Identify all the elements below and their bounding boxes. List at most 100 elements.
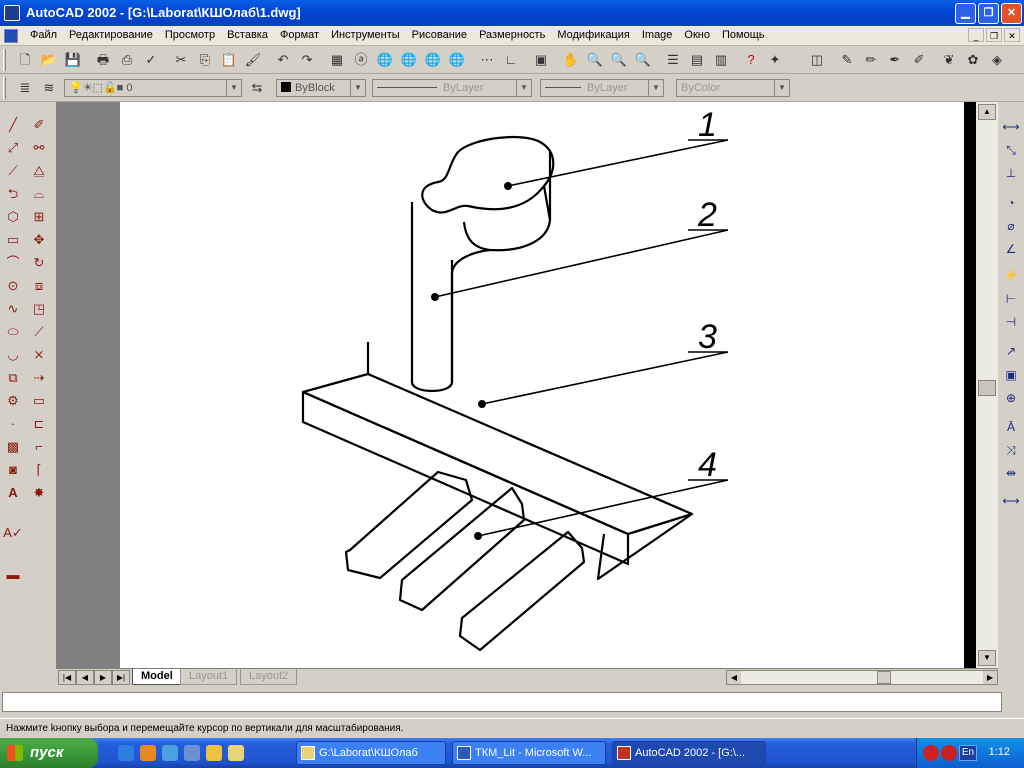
- tab-layout2[interactable]: Layout2: [240, 669, 298, 685]
- zoom-realtime-icon[interactable]: 🔍: [584, 49, 606, 71]
- publish-web-icon[interactable]: 🌐: [398, 49, 420, 71]
- menu-tools[interactable]: Инструменты: [325, 28, 406, 42]
- break-icon[interactable]: ▭: [28, 390, 50, 412]
- offset-icon[interactable]: ⌓: [28, 183, 50, 205]
- plotstyle-combo[interactable]: ByColor ▼: [676, 79, 790, 97]
- task-autocad[interactable]: AutoCAD 2002 - [G:\...: [612, 741, 766, 765]
- rotate-icon[interactable]: ↻: [28, 252, 50, 274]
- chevron-down-icon[interactable]: ▼: [226, 80, 241, 96]
- tool-palettes-icon[interactable]: ▥: [710, 49, 732, 71]
- scroll-thumb[interactable]: [978, 380, 996, 396]
- menu-draw[interactable]: Рисование: [406, 28, 473, 42]
- chevron-down-icon[interactable]: ▼: [648, 80, 663, 96]
- redo-icon[interactable]: ↷: [296, 49, 318, 71]
- drawing-canvas[interactable]: 1 2 3 4: [120, 102, 964, 668]
- make-block-icon[interactable]: ⚙: [2, 390, 24, 412]
- online-icon[interactable]: 🌐: [446, 49, 468, 71]
- ellipse-arc-icon[interactable]: ◡: [2, 344, 24, 366]
- chevron-down-icon[interactable]: ▼: [350, 80, 365, 96]
- chevron-down-icon[interactable]: ▼: [774, 80, 789, 96]
- print-icon[interactable]: 🖶: [92, 49, 114, 71]
- copy-object-icon[interactable]: ⚯: [28, 137, 50, 159]
- dimension-update-icon[interactable]: ⇹: [1000, 462, 1022, 484]
- folder-icon[interactable]: [228, 745, 244, 761]
- layer-previous-icon[interactable]: ⇆: [246, 77, 268, 99]
- scroll-up-icon[interactable]: ▲: [978, 104, 996, 120]
- center-mark-icon[interactable]: ⊕: [1000, 387, 1022, 409]
- toolbar-grip[interactable]: [3, 77, 6, 99]
- restore-button[interactable]: ❐: [978, 3, 999, 24]
- color-combo[interactable]: ByBlock ▼: [276, 79, 366, 97]
- pan-icon[interactable]: ✋: [560, 49, 582, 71]
- diameter-dimension-icon[interactable]: ⌀: [1000, 215, 1022, 237]
- start-button[interactable]: пуск: [0, 738, 98, 768]
- chamfer-icon[interactable]: ⌐: [28, 436, 50, 458]
- horizontal-scrollbar[interactable]: ◀ ▶: [726, 670, 998, 685]
- media-player-icon[interactable]: [140, 745, 156, 761]
- hatch-icon[interactable]: ▩: [2, 436, 24, 458]
- print-preview-icon[interactable]: ⎙: [116, 49, 138, 71]
- first-tab-icon[interactable]: |◀: [58, 670, 76, 685]
- construction-line-icon[interactable]: ⤢: [2, 137, 24, 159]
- move-icon[interactable]: ✥: [28, 229, 50, 251]
- dimension-edit-icon[interactable]: Ā: [1000, 416, 1022, 438]
- hexagon-icon[interactable]: ⬡: [2, 206, 24, 228]
- menu-image[interactable]: Image: [636, 28, 679, 42]
- new-file-icon[interactable]: 🗋: [14, 49, 36, 71]
- layers-icon[interactable]: ≣: [14, 77, 36, 99]
- dimension-style-icon[interactable]: ⟷: [1000, 490, 1022, 512]
- mirror-icon[interactable]: ⧋: [28, 160, 50, 182]
- polyline-icon[interactable]: ⟋: [2, 160, 24, 182]
- ordinate-dimension-icon[interactable]: ⊥: [1000, 162, 1022, 184]
- scroll-left-icon[interactable]: ◀: [727, 671, 741, 684]
- 3d-orbit-icon[interactable]: ◫: [806, 49, 828, 71]
- ucs-icon[interactable]: ∟: [500, 49, 522, 71]
- desktop-icon[interactable]: [184, 745, 200, 761]
- make-object-layer-current-icon[interactable]: ≋: [38, 77, 60, 99]
- save-icon[interactable]: 💾: [62, 49, 84, 71]
- task-word[interactable]: ТКМ_Lit - Microsoft W...: [452, 741, 606, 765]
- continue-dimension-icon[interactable]: ⊣: [1000, 311, 1022, 333]
- lengthen-icon[interactable]: ⟋: [28, 321, 50, 343]
- tab-layout1[interactable]: Layout1: [180, 669, 238, 685]
- markup-icon[interactable]: ❦: [938, 49, 960, 71]
- next-tab-icon[interactable]: ▶: [94, 670, 112, 685]
- task-explorer[interactable]: G:\Laborat\КШОлаб: [296, 741, 446, 765]
- winamp-icon[interactable]: [206, 745, 222, 761]
- extend-icon[interactable]: ⇢: [28, 367, 50, 389]
- prev-tab-icon[interactable]: ◀: [76, 670, 94, 685]
- stretch-icon[interactable]: ◳: [28, 298, 50, 320]
- language-indicator[interactable]: En: [959, 745, 977, 761]
- line-icon[interactable]: ╱: [2, 114, 24, 136]
- doc-close-button[interactable]: ✕: [1004, 28, 1020, 42]
- menu-window[interactable]: Окно: [678, 28, 716, 42]
- menu-format[interactable]: Формат: [274, 28, 325, 42]
- angular-dimension-icon[interactable]: ∠: [1000, 238, 1022, 260]
- lineweight-combo[interactable]: ByLayer ▼: [540, 79, 664, 97]
- spell-check-icon[interactable]: ✓: [140, 49, 162, 71]
- doc-minimize-button[interactable]: _: [968, 28, 984, 42]
- linear-dimension-icon[interactable]: ⟷: [1000, 116, 1022, 138]
- aligned-dimension-icon[interactable]: ⤡: [1000, 139, 1022, 161]
- explode-icon[interactable]: ✸: [28, 482, 50, 504]
- design-center-icon[interactable]: ▦: [326, 49, 348, 71]
- ie-icon[interactable]: [118, 745, 134, 761]
- block-attribute-icon[interactable]: ◈: [986, 49, 1008, 71]
- chevron-down-icon[interactable]: ▼: [516, 80, 531, 96]
- radius-dimension-icon[interactable]: ◔: [1000, 192, 1022, 214]
- hscroll-thumb[interactable]: [877, 671, 891, 684]
- baseline-dimension-icon[interactable]: ⊢: [1000, 288, 1022, 310]
- dimension-text-edit-icon[interactable]: ⤨: [1000, 439, 1022, 461]
- etransmit-icon[interactable]: 🌐: [422, 49, 444, 71]
- toolbar-grip[interactable]: [3, 49, 6, 71]
- vertical-scrollbar[interactable]: ▲ ▼: [976, 102, 998, 668]
- break-at-point-icon[interactable]: ⊏: [28, 413, 50, 435]
- trim-icon[interactable]: ⨯: [28, 344, 50, 366]
- draw-order-icon[interactable]: ✐: [908, 49, 930, 71]
- erase-icon[interactable]: ✐: [28, 114, 50, 136]
- scale-icon[interactable]: ⧈: [28, 275, 50, 297]
- menu-edit[interactable]: Редактирование: [63, 28, 159, 42]
- zoom-window-icon[interactable]: 🔍: [608, 49, 630, 71]
- menu-help[interactable]: Помощь: [716, 28, 771, 42]
- autocad-app-icon[interactable]: [4, 5, 20, 21]
